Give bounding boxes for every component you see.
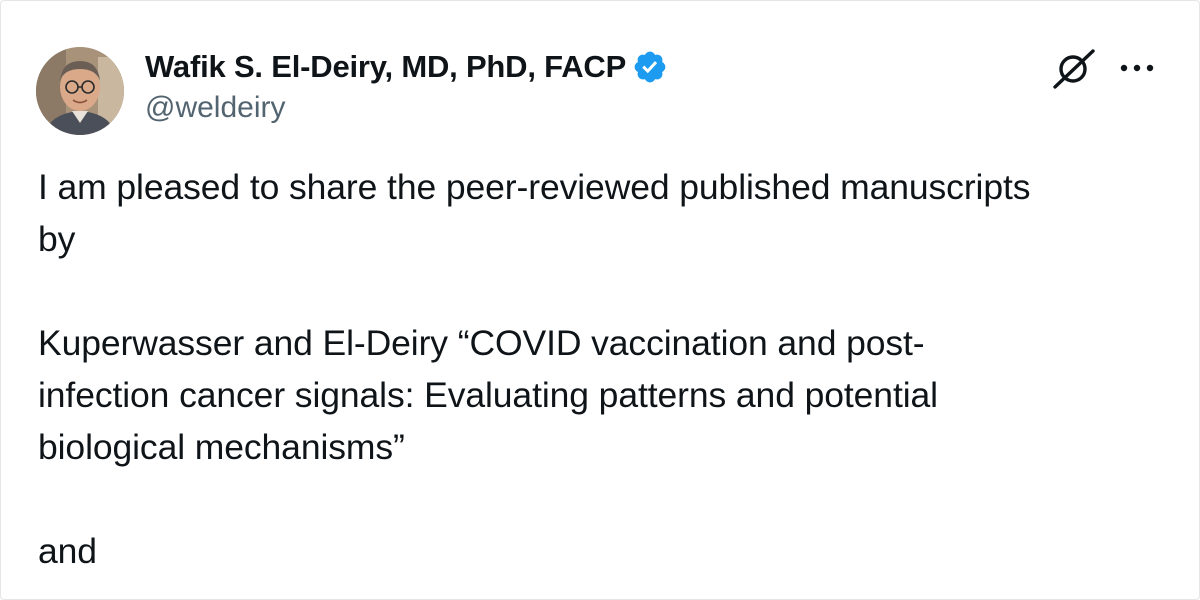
- tweet-card[interactable]: Wafik S. El-Deiry, MD, PhD, FACP @weldei…: [0, 0, 1200, 600]
- tweet-paragraph: I am pleased to share the peer-reviewed …: [38, 167, 1031, 259]
- tweet-paragraph: and: [38, 531, 97, 571]
- author-info: Wafik S. El-Deiry, MD, PhD, FACP @weldei…: [145, 45, 668, 125]
- x-logo-icon[interactable]: [1047, 45, 1101, 93]
- name-row: Wafik S. El-Deiry, MD, PhD, FACP: [145, 45, 668, 89]
- author-handle[interactable]: @weldeiry: [145, 91, 668, 125]
- avatar-photo: [36, 47, 124, 135]
- author-display-name[interactable]: Wafik S. El-Deiry, MD, PhD, FACP: [145, 49, 626, 85]
- tweet-text: I am pleased to share the peer-reviewed …: [38, 161, 1163, 577]
- more-options-icon[interactable]: [1116, 53, 1158, 83]
- verified-badge-icon[interactable]: [632, 49, 668, 85]
- avatar[interactable]: [36, 47, 124, 135]
- tweet-paragraph: Kuperwasser and El-Deiry “COVID vaccinat…: [38, 323, 938, 467]
